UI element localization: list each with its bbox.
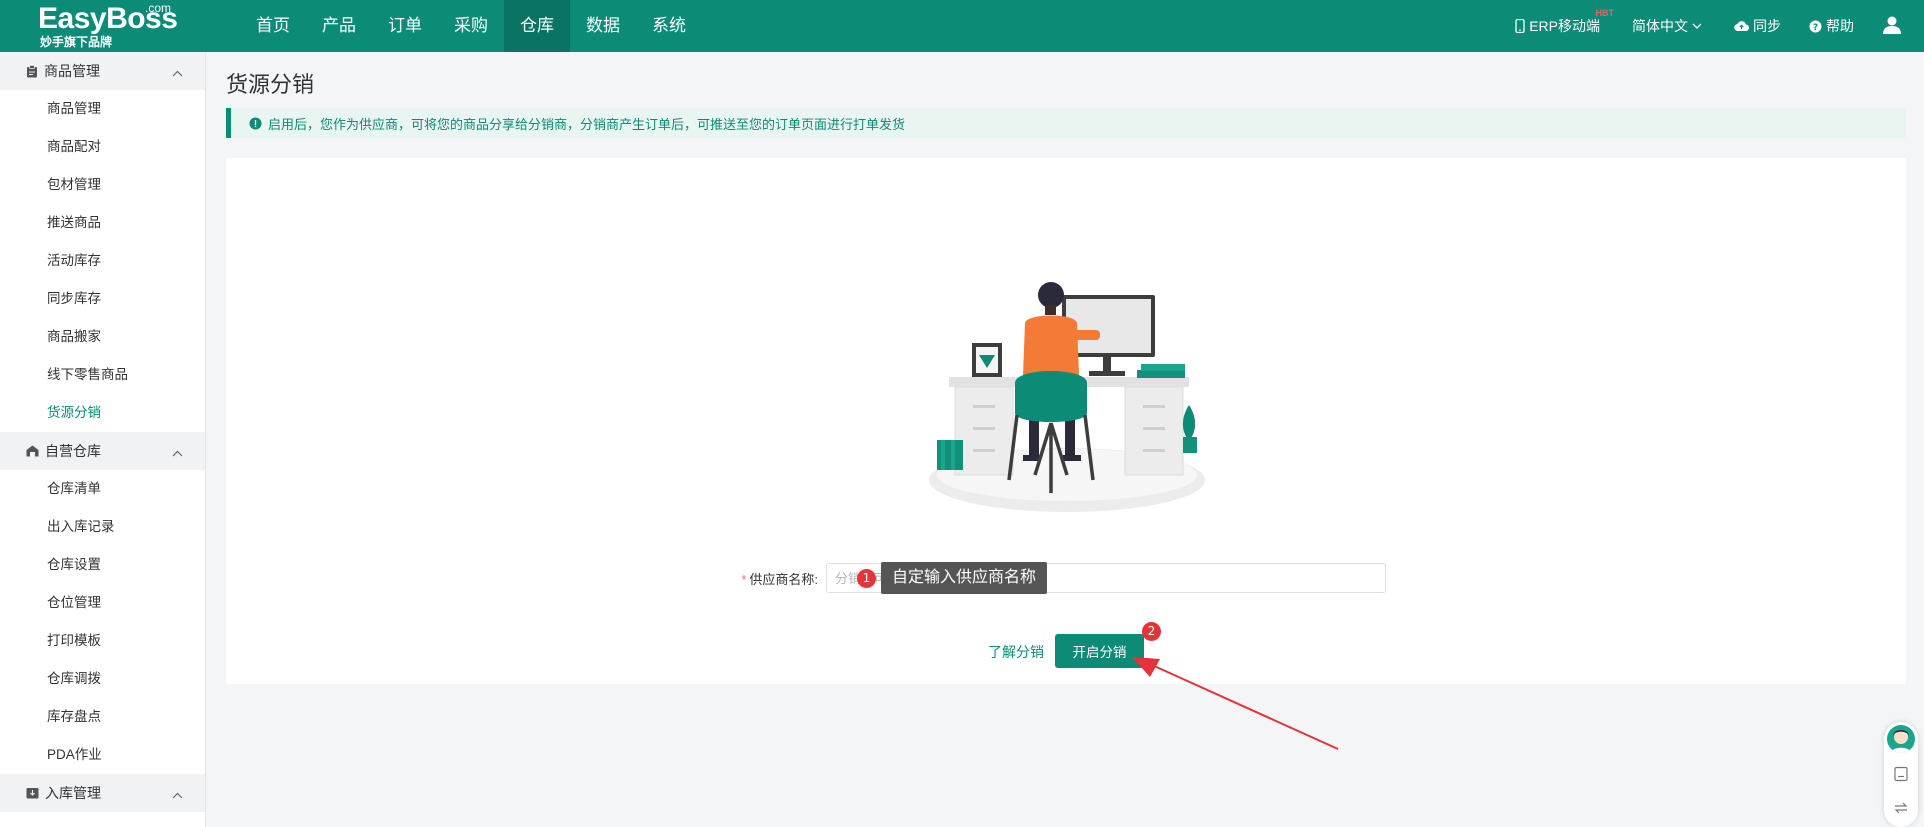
nav-item-home[interactable]: 首页 [240, 0, 306, 52]
required-asterisk: * [741, 571, 747, 587]
exchange-icon[interactable] [1893, 800, 1909, 819]
annotation-step-1: 1 [857, 569, 876, 588]
inbox-icon [26, 787, 39, 799]
sync-label: 同步 [1753, 18, 1781, 34]
chevron-up-icon [172, 787, 183, 803]
info-notice-text: 启用后，您作为供应商，可将您的商品分享给分销商，分销商产生订单后，可推送至您的订… [268, 116, 906, 132]
sidebar-item-offline-retail[interactable]: 线下零售商品 [0, 356, 205, 394]
empty-state-illustration [929, 282, 1205, 512]
nav-item-warehouse[interactable]: 仓库 [504, 0, 570, 52]
svg-text:?: ? [1813, 23, 1818, 33]
mobile-erp-badge: HBT [1595, 8, 1615, 18]
annotation-step-2: 2 [1142, 622, 1161, 641]
sidebar: 商品管理 商品管理 商品配对 包材管理 推送商品 活动库存 同步库存 商品搬家 … [0, 52, 206, 827]
sidebar-group-label: 入库管理 [45, 785, 101, 801]
sidebar-item-bin-management[interactable]: 仓位管理 [0, 584, 205, 622]
supplier-name-input-wrap: 1 自定输入供应商名称 [826, 562, 1386, 594]
help-button[interactable]: ? 帮助 [1809, 16, 1854, 36]
nav-item-system[interactable]: 系统 [636, 0, 702, 52]
customer-service-avatar[interactable] [1887, 725, 1915, 753]
supplier-name-tooltip: 自定输入供应商名称 [881, 562, 1048, 594]
chevron-up-icon [172, 65, 183, 81]
sidebar-group-label: 商品管理 [44, 63, 100, 79]
warehouse-icon [26, 445, 39, 457]
chevron-down-icon [1692, 22, 1702, 30]
sidebar-item-warehouse-settings[interactable]: 仓库设置 [0, 546, 205, 584]
user-icon [1882, 15, 1902, 38]
user-menu[interactable] [1882, 15, 1902, 38]
clipboard-icon [26, 64, 38, 78]
mobile-erp-link[interactable]: ERP移动端 HBT [1515, 8, 1614, 36]
cloud-upload-icon [1734, 20, 1749, 32]
brand-logo[interactable]: EasyBoss .com 妙手旗下品牌 [38, 2, 178, 50]
sidebar-item-stocktake[interactable]: 库存盘点 [0, 698, 205, 736]
sidebar-item-inout-records[interactable]: 出入库记录 [0, 508, 205, 546]
sidebar-item-packaging[interactable]: 包材管理 [0, 166, 205, 204]
language-select[interactable]: 简体中文 [1632, 16, 1706, 36]
sync-button[interactable]: 同步 [1734, 16, 1781, 36]
sidebar-item-source-distribution[interactable]: 货源分销 [0, 394, 205, 432]
annotation-arrow-icon [1132, 657, 1339, 750]
sidebar-item-warehouse-list[interactable]: 仓库清单 [0, 470, 205, 508]
floating-toolbar [1884, 722, 1918, 827]
main-nav: 首页 产品 订单 采购 仓库 数据 系统 [240, 0, 702, 52]
mobile-phone-icon [1515, 19, 1525, 33]
sidebar-item-sync-stock[interactable]: 同步库存 [0, 280, 205, 318]
header-actions: ERP移动端 HBT 简体中文 同步 ? 帮助 [1515, 0, 1924, 52]
sidebar-item-push-products[interactable]: 推送商品 [0, 204, 205, 242]
help-label: 帮助 [1826, 18, 1854, 34]
sidebar-item-print-templates[interactable]: 打印模板 [0, 622, 205, 660]
info-notice: 启用后，您作为供应商，可将您的商品分享给分销商，分销商产生订单后，可推送至您的订… [226, 108, 1906, 138]
sidebar-item-promo-stock[interactable]: 活动库存 [0, 242, 205, 280]
supplier-name-row: *供应商名称: 1 自定输入供应商名称 [730, 562, 1386, 594]
nav-item-purchase[interactable]: 采购 [438, 0, 504, 52]
learn-distribution-link[interactable]: 了解分销 [988, 642, 1044, 662]
info-circle-icon [249, 117, 262, 130]
sidebar-item-product-migration[interactable]: 商品搬家 [0, 318, 205, 356]
sidebar-group-own-warehouse[interactable]: 自营仓库 [0, 432, 205, 470]
sidebar-item-warehouse-transfer[interactable]: 仓库调拨 [0, 660, 205, 698]
sidebar-item-product-pairing[interactable]: 商品配对 [0, 128, 205, 166]
nav-item-products[interactable]: 产品 [306, 0, 372, 52]
notebook-icon[interactable] [1893, 766, 1909, 785]
brand-domain-suffix: .com [145, 1, 172, 15]
top-navbar: EasyBoss .com 妙手旗下品牌 首页 产品 订单 采购 仓库 数据 系… [0, 0, 1924, 52]
chevron-up-icon [172, 445, 183, 461]
supplier-name-label: * 供应商名称: [730, 569, 818, 588]
mobile-erp-label: ERP移动端 [1529, 18, 1600, 34]
nav-item-data[interactable]: 数据 [570, 0, 636, 52]
brand-tagline: 妙手旗下品牌 [40, 35, 113, 49]
page-title: 货源分销 [226, 72, 315, 97]
help-circle-icon: ? [1809, 20, 1822, 33]
sidebar-group-label: 自营仓库 [45, 443, 101, 459]
sidebar-group-inbound-management[interactable]: 入库管理 [0, 774, 205, 812]
nav-item-orders[interactable]: 订单 [372, 0, 438, 52]
sidebar-group-product-management[interactable]: 商品管理 [0, 52, 205, 90]
sidebar-item-pda-operations[interactable]: PDA作业 [0, 736, 205, 774]
sidebar-item-product-management[interactable]: 商品管理 [0, 90, 205, 128]
language-label: 简体中文 [1632, 18, 1688, 34]
supplier-name-label-text: 供应商名称: [749, 571, 818, 587]
